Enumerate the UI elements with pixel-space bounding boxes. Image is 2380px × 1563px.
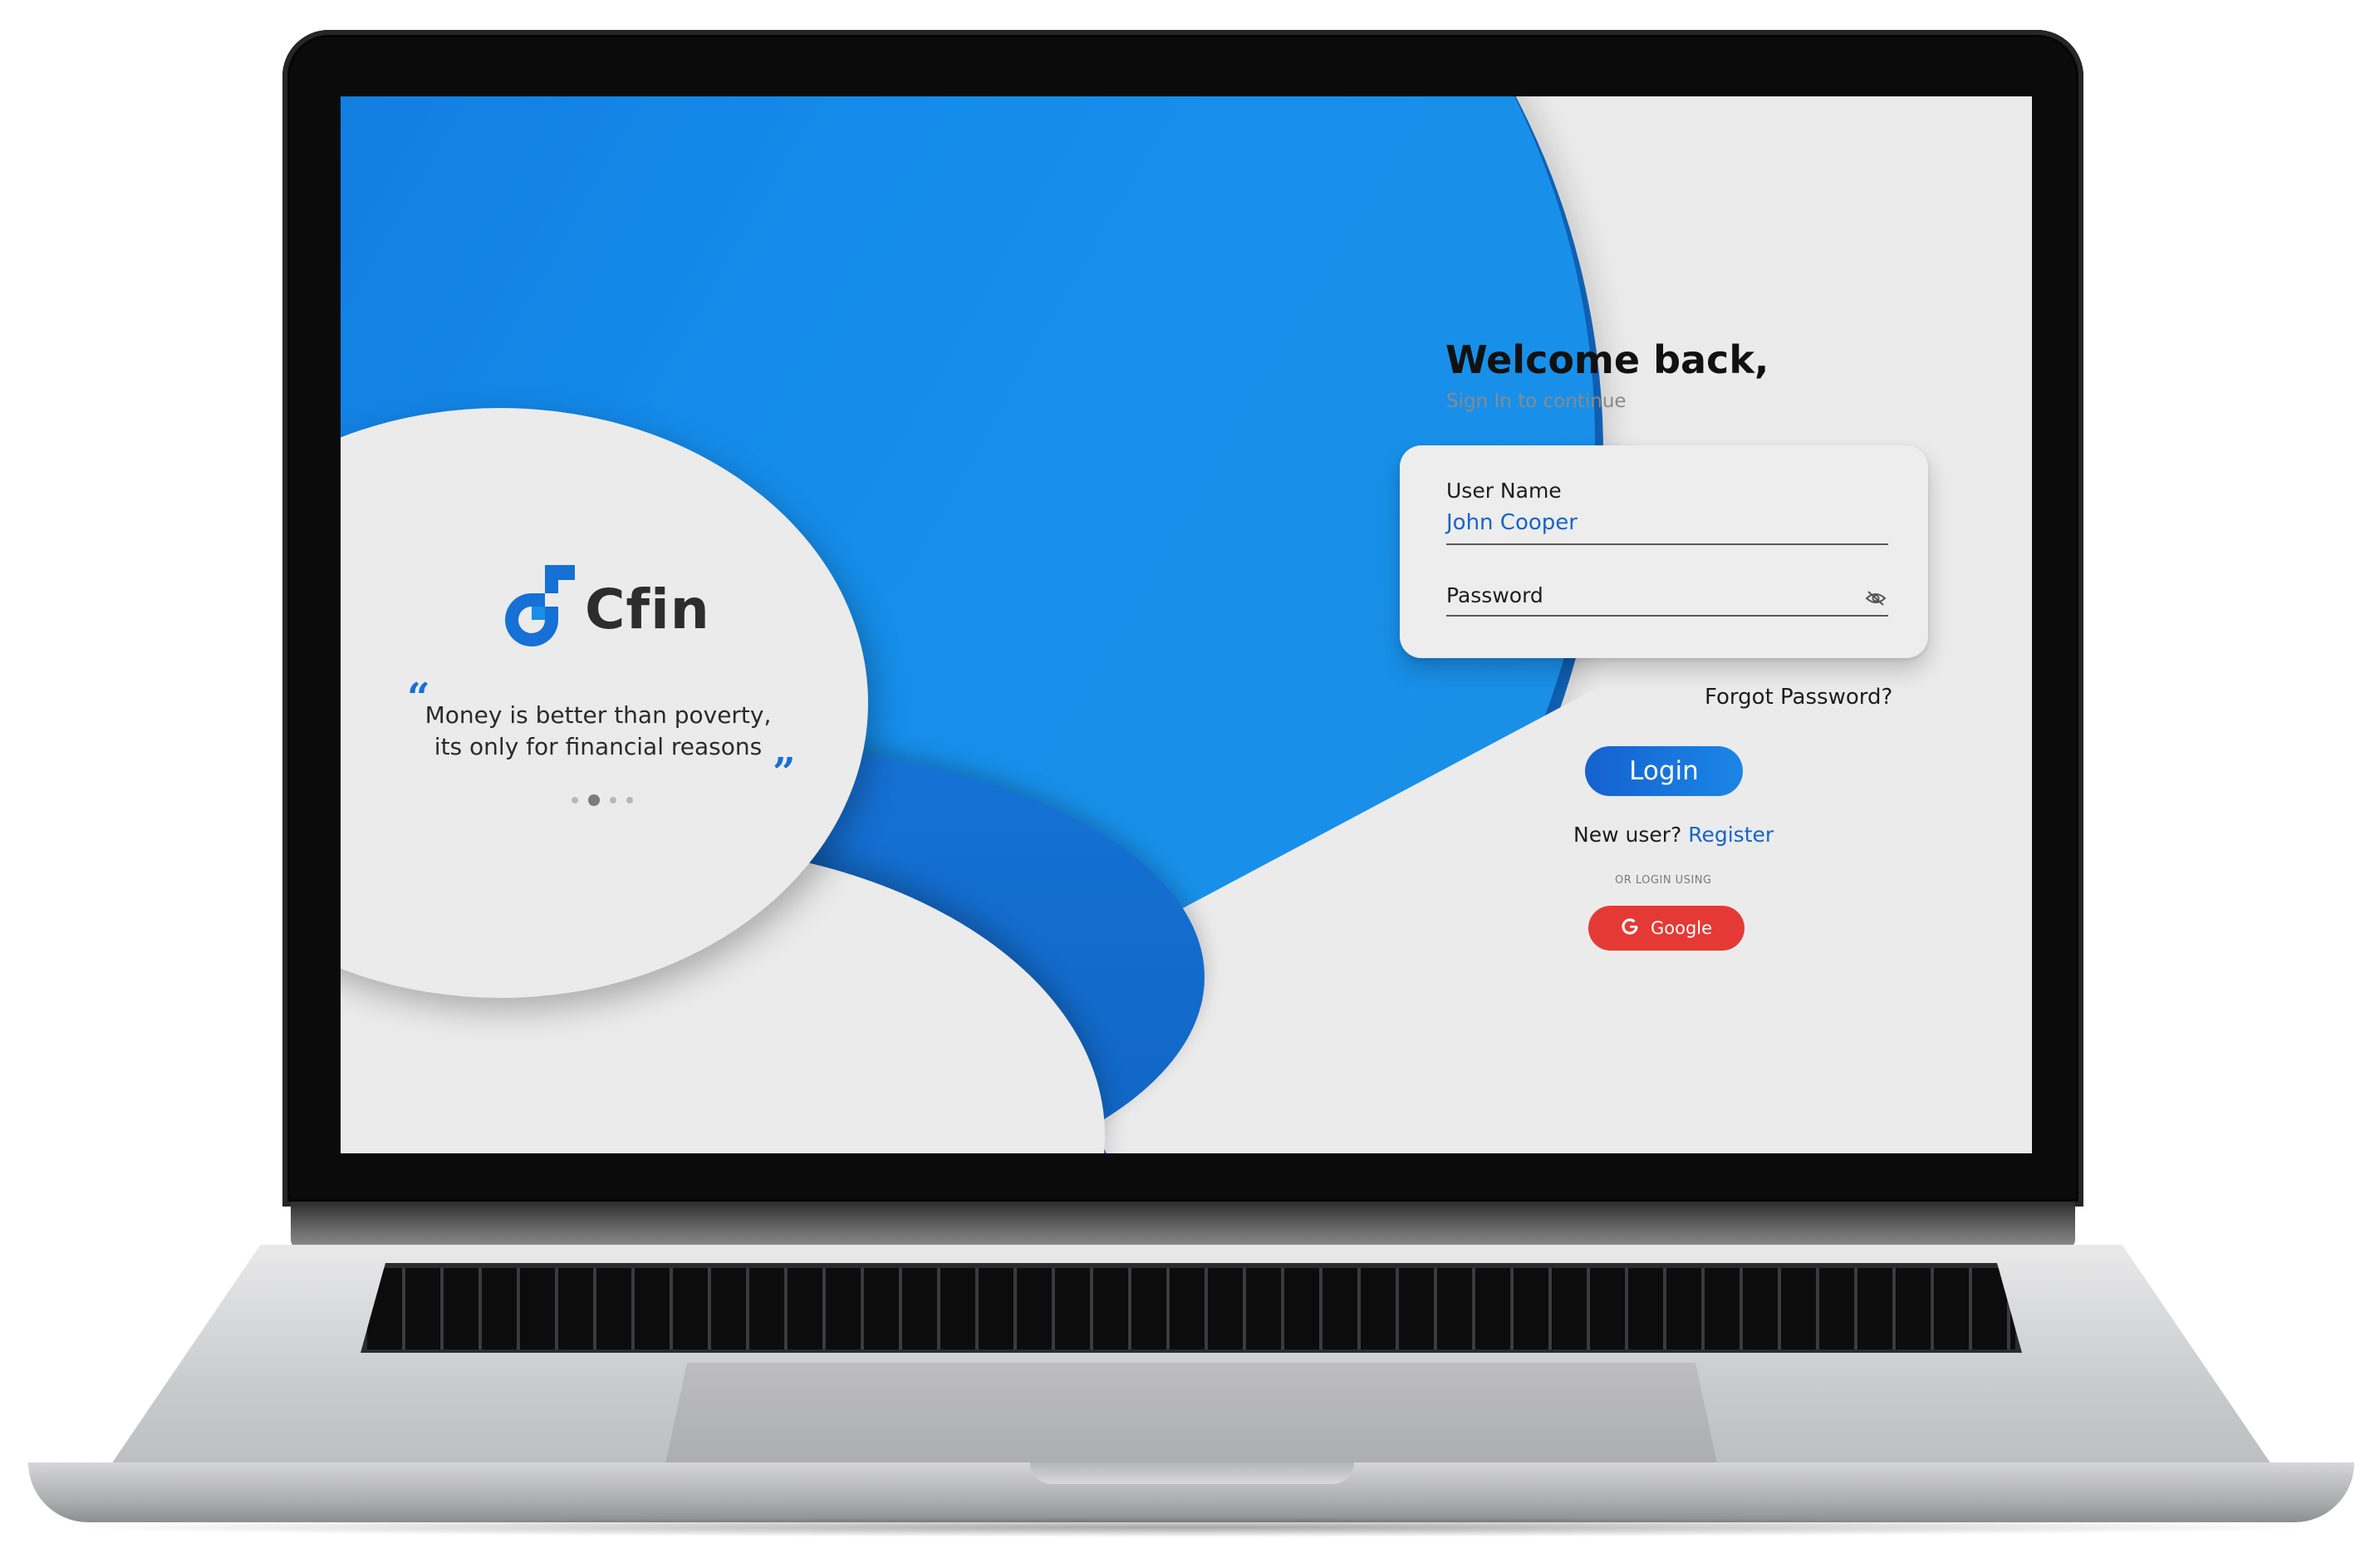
laptop-keyboard — [361, 1263, 2022, 1353]
new-user-text: New user? — [1573, 823, 1682, 847]
hero-quote: Money is better than poverty, its only f… — [415, 700, 781, 763]
forgot-password-link[interactable]: Forgot Password? — [1705, 685, 1892, 710]
login-button[interactable]: Login — [1585, 746, 1743, 796]
google-g-icon — [1621, 917, 1639, 940]
quote-close-mark: ” — [773, 750, 796, 796]
carousel-dots — [572, 794, 633, 806]
login-card: User Name John Cooper Password — [1400, 445, 1928, 658]
laptop-mockup: Cfin “ Money is better than poverty, its… — [0, 0, 2380, 1563]
brand-logo: Cfin — [498, 563, 710, 656]
new-user-prompt: New user? Register — [1573, 823, 1774, 847]
laptop-shadow — [50, 1517, 2334, 1537]
username-underline — [1446, 543, 1888, 545]
google-login-button[interactable]: Google — [1588, 906, 1745, 951]
carousel-dot[interactable] — [572, 797, 578, 804]
cfin-logo-icon — [505, 565, 575, 646]
carousel-dot[interactable] — [610, 797, 616, 804]
alt-login-label: OR LOGIN USING — [1615, 874, 1712, 887]
brand-name: Cfin — [585, 578, 710, 641]
password-input[interactable] — [1446, 615, 1888, 617]
carousel-dot[interactable] — [626, 797, 633, 804]
page-subtitle: Sign In to continue — [1446, 391, 1627, 412]
google-button-label: Google — [1650, 918, 1713, 938]
hero-quote-line2: its only for financial reasons — [434, 733, 763, 760]
password-label: Password — [1446, 583, 1543, 607]
carousel-dot-active[interactable] — [588, 794, 600, 806]
login-screen: Cfin “ Money is better than poverty, its… — [341, 96, 2032, 1153]
register-link[interactable]: Register — [1688, 823, 1774, 847]
laptop-base-notch — [1030, 1462, 1354, 1484]
keyboard-keys — [367, 1268, 2015, 1349]
hero-quote-line1: Money is better than poverty, — [424, 701, 772, 729]
username-input[interactable]: John Cooper — [1446, 510, 1578, 535]
laptop-hinge — [291, 1202, 2075, 1248]
eye-off-icon[interactable] — [1865, 590, 1887, 610]
page-title: Welcome back, — [1445, 337, 1769, 382]
username-label: User Name — [1446, 479, 1562, 503]
